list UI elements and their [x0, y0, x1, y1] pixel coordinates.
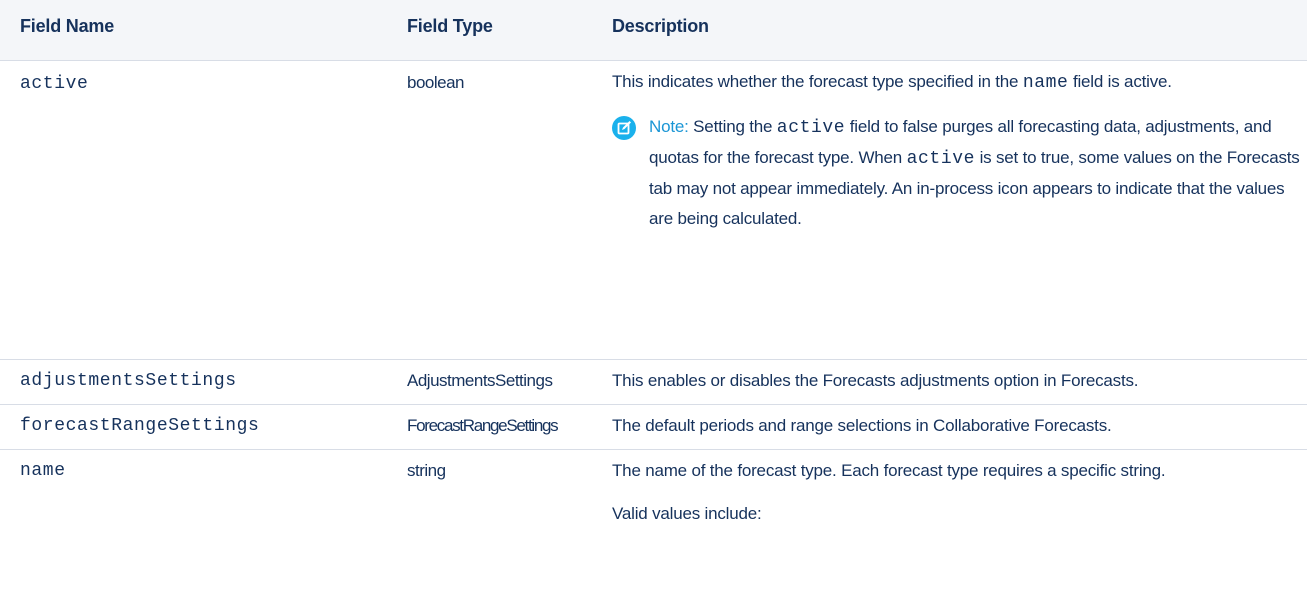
field-name-adjustments-settings: adjustmentsSettings: [20, 371, 237, 391]
table-row-adjustments-settings: adjustmentsSettings AdjustmentsSettings …: [0, 360, 1307, 405]
edit-note-icon: [612, 116, 636, 140]
description-name-text: The name of the forecast type. Each fore…: [612, 461, 1166, 480]
field-type-adjustments-settings: AdjustmentsSettings: [407, 371, 553, 390]
field-table: Field Name Field Type Description active…: [0, 0, 1307, 590]
table-row-active: active boolean This indicates whether th…: [0, 61, 1307, 360]
field-type-forecast-range-settings: ForecastRangeSettings: [407, 416, 559, 435]
desc-text-before-code: This indicates whether the forecast type…: [612, 72, 1019, 91]
note-text-part1: Setting the: [693, 117, 773, 136]
inline-code-name: name: [1022, 73, 1069, 93]
valid-values-label: Valid values include:: [612, 504, 762, 523]
note-inline-code-active-2: active: [906, 149, 976, 169]
description-active-text: This indicates whether the forecast type…: [612, 67, 1302, 98]
table-row-name: name string The name of the forecast typ…: [0, 450, 1307, 590]
table-row-forecast-range-settings: forecastRangeSettings ForecastRangeSetti…: [0, 405, 1307, 450]
description-forecast-range-settings: The default periods and range selections…: [612, 416, 1112, 435]
table-header-row: Field Name Field Type Description: [0, 0, 1307, 61]
field-name-forecast-range-settings: forecastRangeSettings: [20, 416, 260, 436]
note-label: Note:: [649, 117, 689, 136]
header-description: Description: [612, 16, 709, 36]
field-type-active: boolean: [407, 73, 465, 92]
header-field-type: Field Type: [407, 16, 493, 36]
field-name-name: name: [20, 461, 66, 481]
field-type-name: string: [407, 461, 446, 480]
note-inline-code-active-1: active: [776, 118, 846, 138]
note-block: Note: Setting the active field to false …: [612, 112, 1302, 234]
description-adjustments-settings: This enables or disables the Forecasts a…: [612, 371, 1139, 390]
description-active: This indicates whether the forecast type…: [612, 67, 1302, 234]
header-field-name: Field Name: [20, 16, 115, 36]
description-name: The name of the forecast type. Each fore…: [612, 456, 1302, 528]
desc-text-after-code: field is active.: [1072, 72, 1172, 91]
field-name-active: active: [20, 74, 89, 94]
note-text: Note: Setting the active field to false …: [649, 112, 1302, 234]
